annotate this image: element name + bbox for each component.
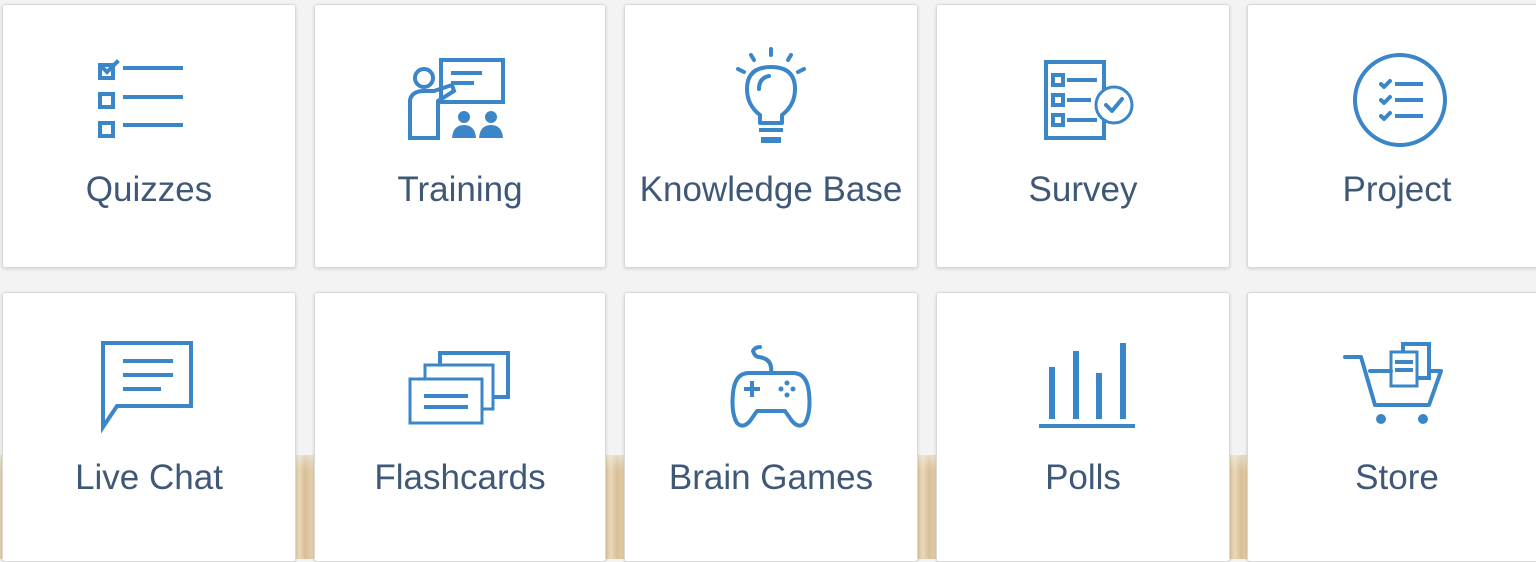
lightbulb-icon xyxy=(711,45,831,155)
tile-knowledge-base[interactable]: Knowledge Base xyxy=(624,4,918,268)
tile-label: Training xyxy=(397,170,523,209)
tile-label: Knowledge Base xyxy=(639,170,903,209)
tile-label: Project xyxy=(1342,170,1452,209)
flashcards-icon xyxy=(400,333,520,443)
tile-label: Quizzes xyxy=(85,170,213,209)
tile-label: Store xyxy=(1355,458,1439,497)
gamepad-icon xyxy=(711,333,831,443)
project-list-icon xyxy=(1337,45,1457,155)
shopping-cart-icon xyxy=(1337,333,1457,443)
tile-brain-games[interactable]: Brain Games xyxy=(624,292,918,562)
checklist-icon xyxy=(89,45,209,155)
presentation-icon xyxy=(400,45,520,155)
tile-store[interactable]: Store xyxy=(1247,292,1536,562)
tile-training[interactable]: Training xyxy=(314,4,606,268)
chat-bubble-icon xyxy=(89,333,209,443)
tile-label: Flashcards xyxy=(374,458,546,497)
tile-project[interactable]: Project xyxy=(1247,4,1536,268)
tile-survey[interactable]: Survey xyxy=(936,4,1230,268)
tile-live-chat[interactable]: Live Chat xyxy=(2,292,296,562)
bar-chart-icon xyxy=(1023,333,1143,443)
tile-label: Survey xyxy=(1028,170,1138,209)
tile-label: Live Chat xyxy=(75,458,223,497)
tile-quizzes[interactable]: Quizzes xyxy=(2,4,296,268)
tile-label: Brain Games xyxy=(668,458,874,497)
tile-label: Polls xyxy=(1045,458,1121,497)
tile-polls[interactable]: Polls xyxy=(936,292,1230,562)
tile-flashcards[interactable]: Flashcards xyxy=(314,292,606,562)
survey-form-icon xyxy=(1023,45,1143,155)
